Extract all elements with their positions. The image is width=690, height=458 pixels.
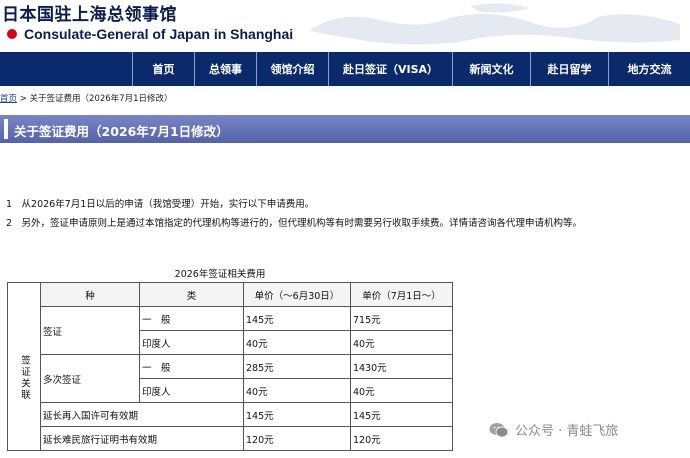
nav-item-study-in-japan[interactable]: 赴日留学 xyxy=(530,52,608,86)
side-label: 签证关联 xyxy=(7,306,41,451)
watermark-text: 公众号 · 青蛙飞旅 xyxy=(515,424,619,439)
nav-item-news-culture[interactable]: 新闻文化 xyxy=(452,52,530,86)
breadcrumb-separator: > xyxy=(17,94,30,104)
cell-subtype: 印度人 xyxy=(139,330,244,355)
breadcrumb-home-link[interactable]: 首页 xyxy=(0,94,17,104)
breadcrumb: 首页 > 关于签证费用（2026年7月1日修改） xyxy=(0,92,173,104)
header-kind: 种 xyxy=(40,282,140,307)
cell-category: 延长再入国许可有效期 xyxy=(40,402,244,427)
cell-price-after: 40元 xyxy=(350,378,453,403)
cell-price-after: 1430元 xyxy=(350,354,453,379)
page-title-bar: 关于签证费用（2026年7月1日修改） xyxy=(0,115,690,143)
nav-item-consul-general[interactable]: 总领事 xyxy=(194,52,256,86)
note-item: 2 另外，签证申请原则上是通过本馆指定的代理机构等进行的，但代理机构等有时需要另… xyxy=(6,218,583,229)
nav-item-about[interactable]: 领馆介绍 xyxy=(256,52,328,86)
nav-item-home[interactable]: 首页 xyxy=(132,52,194,86)
table-caption: 2026年签证相关费用 xyxy=(174,269,266,280)
cell-price-before: 285元 xyxy=(243,354,351,379)
cell-price-before: 145元 xyxy=(243,306,351,331)
cell-category: 签证 xyxy=(40,306,140,355)
table-row: 多次签证 一 般 285元 1430元 xyxy=(8,354,453,403)
notes: 1 从2026年7月1日以后的申请（我馆受理）开始，实行以下申请费用。 2 另外… xyxy=(6,195,582,233)
watermark: 公众号 · 青蛙飞旅 xyxy=(489,420,618,439)
cell-price-after: 120元 xyxy=(350,426,453,451)
cell-price-after: 715元 xyxy=(350,306,453,331)
cell-subtype: 一 般 xyxy=(139,306,244,331)
main-nav: 首页 总领事 领馆介绍 赴日签证（VISA） 新闻文化 赴日留学 地方交流 xyxy=(0,52,690,86)
table-corner xyxy=(7,282,41,307)
cell-subtype: 印度人 xyxy=(139,378,244,403)
cell-price-before: 145元 xyxy=(243,402,351,427)
cell-subtype: 一 般 xyxy=(139,354,244,379)
cell-price-after: 40元 xyxy=(350,330,453,355)
cell-category: 延长难民旅行证明书有效期 xyxy=(40,426,244,451)
table-row: 延长再入国许可有效期 145元 145元 xyxy=(8,402,453,427)
cell-category: 多次签证 xyxy=(40,354,140,403)
site-title-cn: 日本国驻上海总领事馆 xyxy=(2,5,177,25)
cell-price-before: 40元 xyxy=(243,330,351,355)
site-title-en: Consulate-General of Japan in Shanghai xyxy=(24,26,294,42)
table-header-row: 种 类 单价（～6月30日） 单价（7月1日～） xyxy=(7,282,453,307)
page-title: 关于签证费用（2026年7月1日修改） xyxy=(14,124,229,139)
cell-price-after: 145元 xyxy=(350,402,453,427)
header-price-after: 单价（7月1日～） xyxy=(350,282,453,307)
cell-price-before: 40元 xyxy=(243,378,351,403)
site-header: 日本国驻上海总领事馆 Consulate-General of Japan in… xyxy=(0,0,690,52)
site-title-en-row: Consulate-General of Japan in Shanghai xyxy=(7,26,293,42)
note-item: 1 从2026年7月1日以后的申请（我馆受理）开始，实行以下申请费用。 xyxy=(6,199,315,210)
header-price-before: 单价（～6月30日） xyxy=(243,282,351,307)
nav-item-local-exchange[interactable]: 地方交流 xyxy=(608,52,690,86)
title-marker xyxy=(4,119,8,139)
wechat-icon xyxy=(489,422,509,437)
japan-flag-dot-icon xyxy=(7,29,17,39)
table-row: 延长难民旅行证明书有效期 120元 120元 xyxy=(8,426,453,451)
world-map-icon xyxy=(310,3,680,45)
cell-price-before: 120元 xyxy=(243,426,351,451)
header-type: 类 xyxy=(139,282,244,307)
breadcrumb-current: 关于签证费用（2026年7月1日修改） xyxy=(29,94,173,104)
fee-table: 种 类 单价（～6月30日） 单价（7月1日～） 签证关联 签证 一 般 145… xyxy=(7,282,453,451)
nav-item-visa[interactable]: 赴日签证（VISA） xyxy=(328,52,452,86)
table-row: 签证关联 签证 一 般 145元 715元 xyxy=(7,306,453,451)
